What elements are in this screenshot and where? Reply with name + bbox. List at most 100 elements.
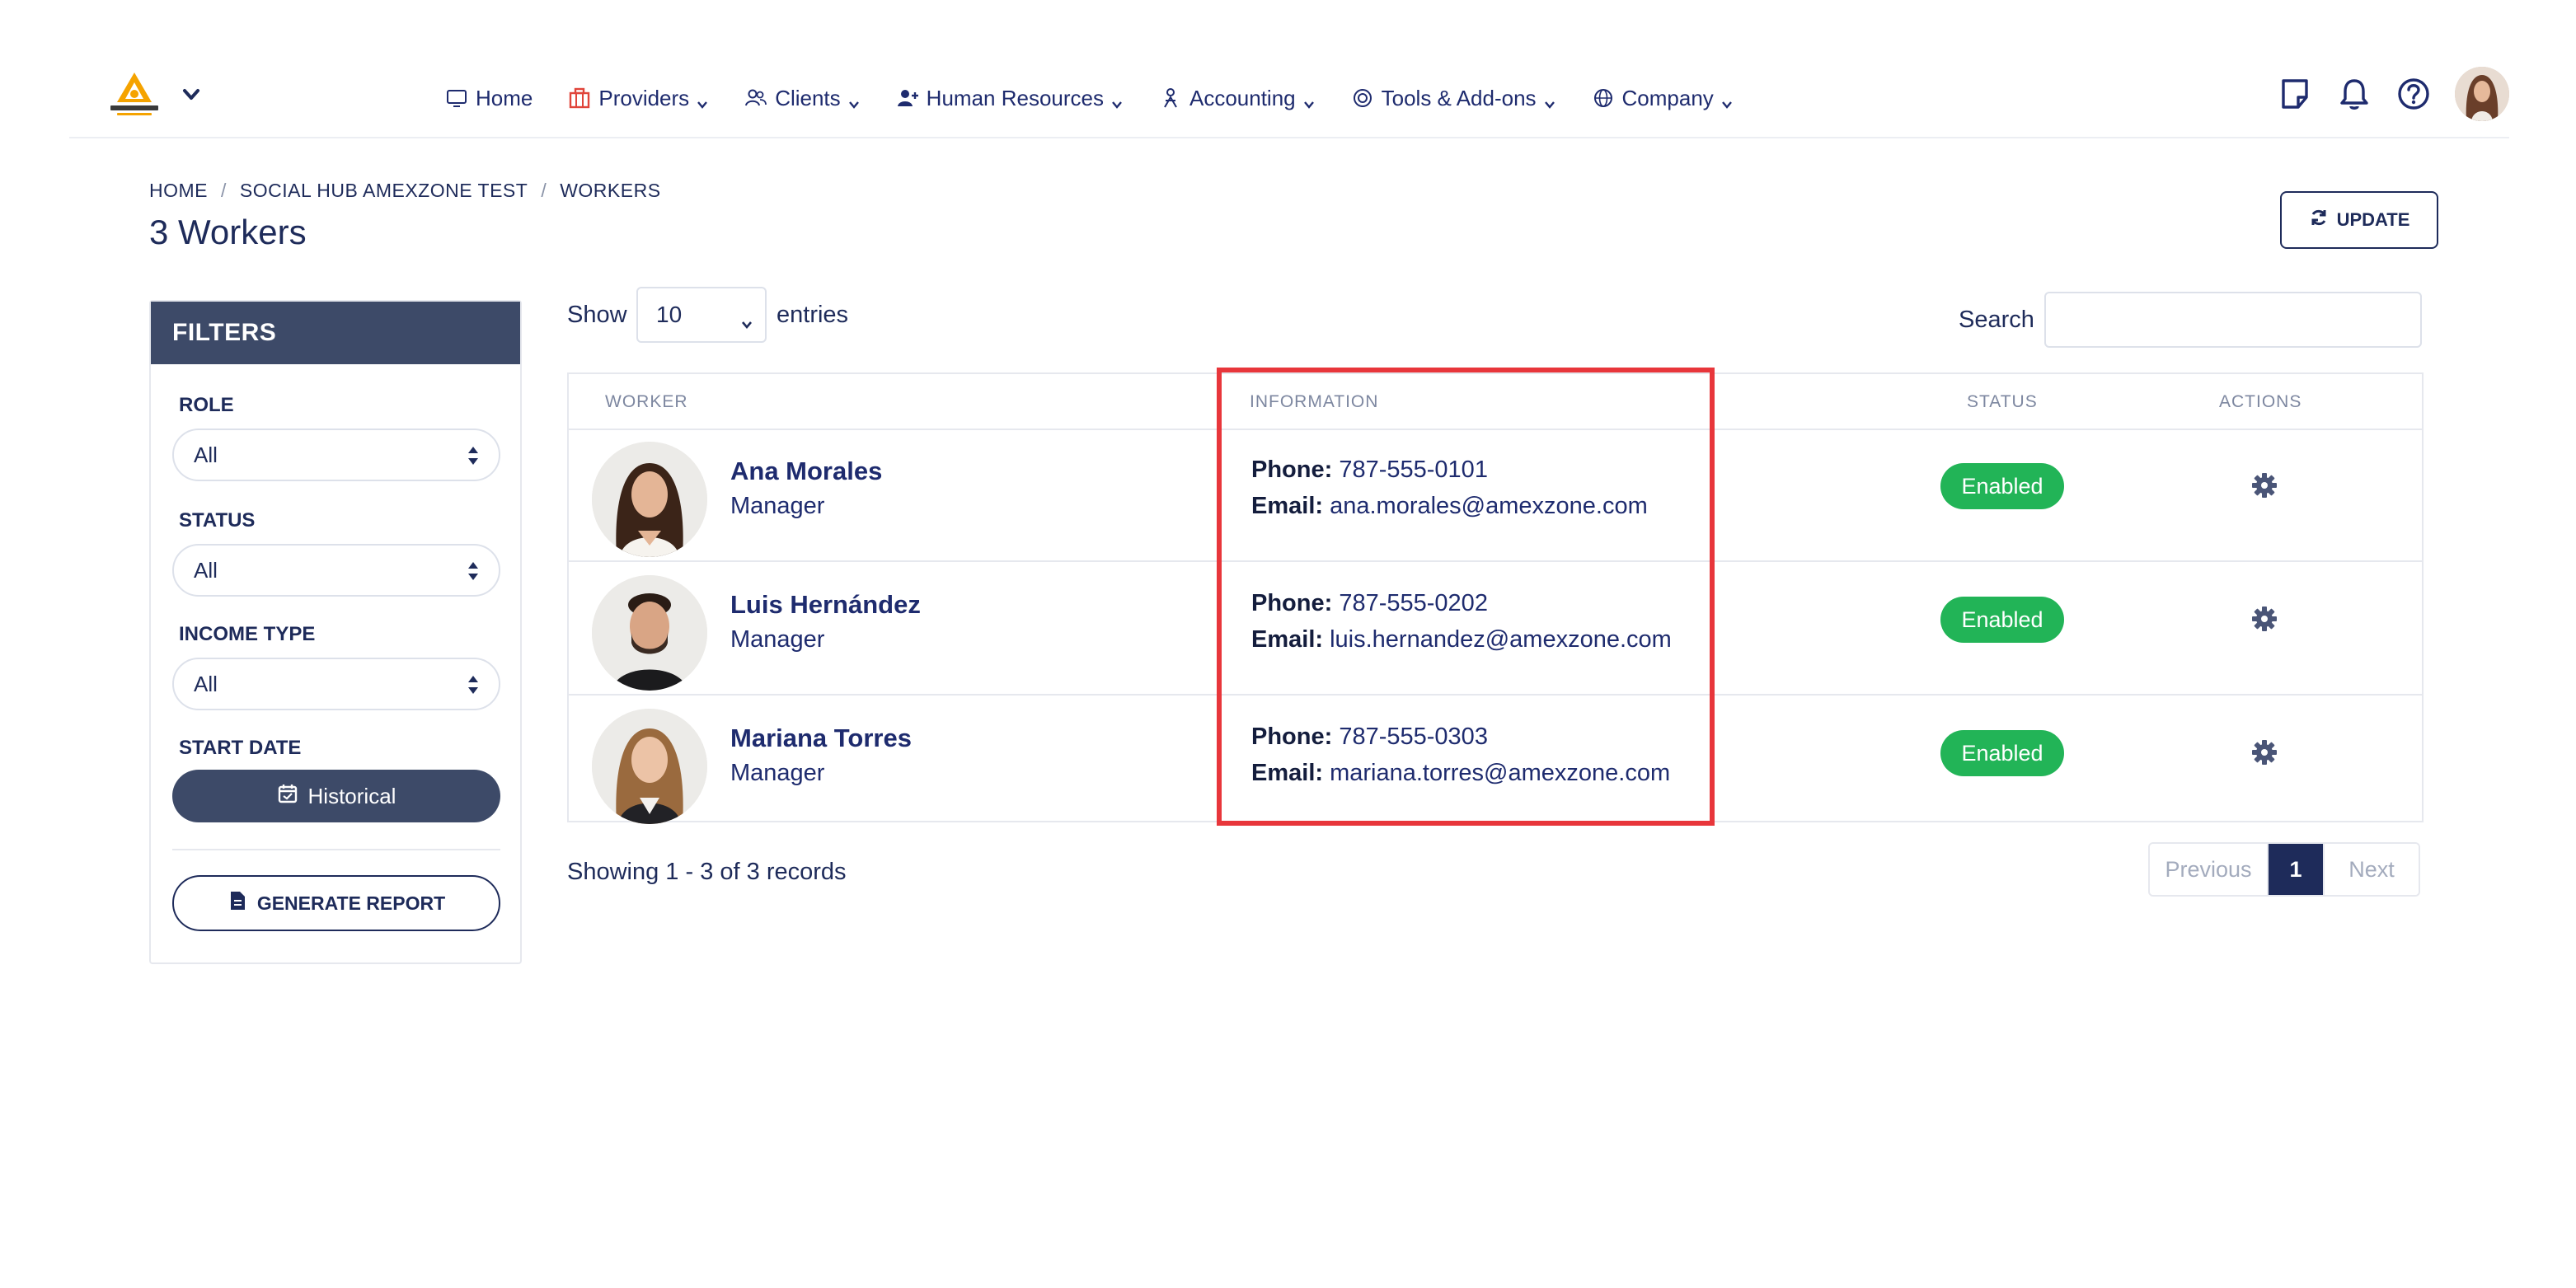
select-arrows-icon (467, 674, 479, 696)
nav-item-human-resources[interactable]: Human Resources (895, 77, 1124, 119)
next-page-button[interactable]: Next (2323, 844, 2419, 895)
phone-label: Phone: (1251, 457, 1333, 483)
records-summary: Showing 1 - 3 of 3 records (567, 859, 847, 885)
logo-dropdown-chevron-icon[interactable] (176, 82, 206, 107)
nav-item-clients[interactable]: Clients (744, 77, 860, 119)
chevron-down-icon (1543, 91, 1556, 109)
top-navbar: Home Providers Clients Human Resources A… (69, 61, 2509, 138)
chevron-down-icon (1302, 91, 1316, 109)
phone-label: Phone: (1251, 590, 1333, 616)
worker-name[interactable]: Luis Hernández (730, 590, 921, 620)
gear-icon[interactable] (2250, 605, 2278, 633)
role-filter-label: ROLE (179, 394, 234, 416)
income-type-filter-label: INCOME TYPE (179, 623, 316, 645)
breadcrumb-social-hub[interactable]: SOCIAL HUB AMEXZONE TEST (240, 180, 528, 202)
email-label: Email: (1251, 493, 1324, 519)
header-actions (2254, 64, 2509, 124)
accounting-icon (1158, 86, 1183, 110)
breadcrumb: HOME / SOCIAL HUB AMEXZONE TEST / WORKER… (149, 180, 661, 202)
email-value: ana.morales@amexzone.com (1330, 493, 1648, 519)
email-label: Email: (1251, 760, 1324, 786)
column-header-actions: ACTIONS (2219, 392, 2302, 411)
historical-button-label: Historical (307, 783, 396, 808)
email-label: Email: (1251, 626, 1324, 653)
show-label: Show (567, 302, 627, 328)
status-filter-value: All (194, 557, 218, 583)
worker-email: Email: mariana.torres@amexzone.com (1251, 760, 1670, 787)
generate-report-button[interactable]: GENERATE REPORT (172, 875, 500, 931)
notes-icon[interactable] (2277, 76, 2313, 112)
worker-avatar (592, 709, 707, 824)
nav-item-accounting[interactable]: Accounting (1158, 77, 1316, 119)
nav-item-label: Accounting (1189, 85, 1296, 110)
worker-email: Email: luis.hernandez@amexzone.com (1251, 626, 1672, 653)
target-icon (1350, 86, 1375, 110)
select-arrows-icon (467, 445, 479, 466)
chevron-down-icon (696, 91, 709, 109)
phone-value: 787-555-0202 (1339, 590, 1488, 616)
income-type-filter-select[interactable]: All (172, 658, 500, 710)
nav-item-tools-addons[interactable]: Tools & Add-ons (1350, 77, 1556, 119)
globe-icon (1591, 86, 1616, 110)
column-header-worker[interactable]: WORKER (605, 392, 688, 412)
nav-item-home[interactable]: Home (444, 77, 533, 119)
monitor-icon (444, 86, 469, 110)
nav-item-label: Home (476, 85, 533, 110)
nav-item-label: Tools & Add-ons (1381, 85, 1537, 110)
status-filter-select[interactable]: All (172, 544, 500, 597)
nav-item-company[interactable]: Company (1591, 77, 1734, 119)
gear-icon[interactable] (2250, 471, 2278, 499)
role-filter-select[interactable]: All (172, 429, 500, 481)
select-arrows-icon (467, 560, 479, 582)
building-icon (567, 86, 592, 110)
update-button-label: UPDATE (2336, 209, 2410, 230)
breadcrumb-separator: / (221, 180, 227, 201)
worker-name[interactable]: Ana Morales (730, 457, 882, 486)
worker-name[interactable]: Mariana Torres (730, 724, 912, 753)
income-type-filter-value: All (194, 671, 218, 696)
main-menu: Home Providers Clients Human Resources A… (444, 77, 1768, 119)
help-icon[interactable] (2395, 76, 2432, 112)
historical-date-button[interactable]: Historical (172, 770, 500, 822)
users-icon (744, 86, 768, 110)
entries-label: entries (777, 302, 849, 328)
gear-icon[interactable] (2250, 738, 2278, 766)
generate-report-label: GENERATE REPORT (256, 892, 446, 914)
breadcrumb-separator: / (541, 180, 547, 201)
user-avatar[interactable] (2455, 67, 2509, 121)
nav-item-label: Providers (598, 85, 690, 110)
status-badge: Enabled (1940, 463, 2064, 509)
chevron-down-icon (1720, 91, 1734, 109)
workers-table: WORKER INFORMATION STATUS ACTIONS Ana Mo… (567, 372, 2424, 824)
table-row: Luis Hernández Manager Phone: 787-555-02… (569, 564, 2422, 696)
nav-item-label: Human Resources (926, 85, 1104, 110)
pagination: Previous 1 Next (2148, 842, 2420, 897)
worker-phone: Phone: 787-555-0303 (1251, 724, 1488, 751)
column-header-information[interactable]: INFORMATION (1250, 392, 1378, 412)
entries-per-page-select[interactable]: 10 (636, 287, 767, 343)
status-badge: Enabled (1940, 730, 2064, 776)
page-1-button[interactable]: 1 (2269, 844, 2323, 895)
email-value: mariana.torres@amexzone.com (1330, 760, 1671, 786)
phone-label: Phone: (1251, 724, 1333, 750)
worker-avatar (592, 442, 707, 557)
bell-icon[interactable] (2336, 76, 2372, 112)
phone-value: 787-555-0303 (1339, 724, 1488, 750)
worker-phone: Phone: 787-555-0202 (1251, 590, 1488, 617)
worker-avatar (592, 575, 707, 691)
nav-item-label: Company (1621, 85, 1714, 110)
worker-role: Manager (730, 493, 825, 519)
worker-role: Manager (730, 626, 825, 653)
worker-phone: Phone: 787-555-0101 (1251, 457, 1488, 484)
previous-page-button[interactable]: Previous (2150, 844, 2269, 895)
nav-item-label: Clients (775, 85, 841, 110)
search-input[interactable] (2044, 292, 2422, 348)
phone-value: 787-555-0101 (1339, 457, 1488, 483)
entries-per-page-value: 10 (656, 302, 683, 327)
company-logo[interactable] (106, 71, 163, 119)
update-button[interactable]: UPDATE (2280, 191, 2438, 249)
chevron-down-icon (847, 91, 861, 109)
column-header-status[interactable]: STATUS (1967, 392, 2038, 412)
nav-item-providers[interactable]: Providers (567, 77, 709, 119)
breadcrumb-home[interactable]: HOME (149, 180, 208, 202)
